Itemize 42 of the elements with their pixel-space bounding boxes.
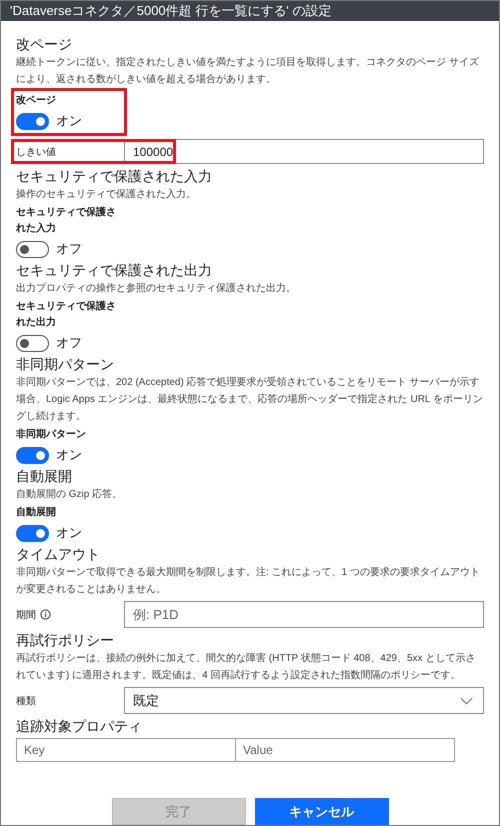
section-description: 非同期パターンでは、202 (Accepted) 応答で処理要求が受領されていることをリモート サーバーが示す場合、Logic Apps エンジンは、最終状態になるまで、応答の場所ヘッダーで指定された URL をポーリングし続けます。 (16, 376, 484, 424)
chevron-down-icon (460, 696, 473, 704)
section-heading: セキュリティで保護された入力 (16, 167, 213, 186)
type-dropdown[interactable]: 既定 (124, 687, 484, 714)
section-heading: セキュリティで保護された出力 (16, 261, 213, 280)
section-description: 出力プロパティの操作と参照のセキュリティ保護された出力。 (16, 282, 297, 296)
toggle-switch[interactable] (16, 334, 49, 352)
section-description: 非同期パターンで取得できる最大期間を制限します。注: これによって、1 つの要求の要求タイムアウトが変更されることはありません。 (16, 566, 481, 597)
duration-field[interactable]: 例: P1D (124, 601, 484, 628)
toggle-state-label: オン (56, 524, 82, 542)
toggle-state-label: オン (56, 446, 82, 464)
section-heading: 追跡対象プロパティ (16, 717, 143, 736)
section-description: 自動展開の Gzip 応答。 (16, 488, 124, 502)
toggle-label: 非同期パターン (16, 428, 87, 442)
cancel-button[interactable]: キャンセル (254, 798, 388, 825)
section-heading: 改ページ (16, 35, 73, 54)
toggle-label: 自動展開 (16, 506, 57, 520)
section-heading: タイムアウト (16, 545, 101, 564)
section-description: 継続トークンに従い、指定されたしきい値を満たすように項目を取得します。コネクタのページ サイズにより、返される数がしきい値を超える場合があります。 (16, 56, 480, 87)
section-heading: 再試行ポリシー (16, 631, 115, 650)
toggle-state-label: オン (56, 112, 82, 130)
toggle-state-label: オフ (56, 240, 82, 258)
value-field[interactable]: Value (235, 738, 455, 762)
toggle-state-label: オフ (56, 334, 82, 352)
toggle-label: 改ページ (16, 94, 57, 108)
info-icon[interactable] (40, 609, 51, 620)
toggle-switch[interactable] (16, 524, 49, 542)
field-label: しきい値 (16, 146, 57, 158)
toggle-label: セキュリティで保護された出力 (16, 300, 116, 330)
dialog-title: 'Dataverseコネクタ／5000件超 行を一覧にする' の設定 (10, 2, 332, 20)
toggle-switch[interactable] (16, 446, 49, 464)
key-field[interactable]: Key (16, 738, 236, 762)
field-label: 種類 (16, 694, 37, 708)
toggle-label: セキュリティで保護された入力 (16, 206, 116, 236)
field-label: 期間 (16, 608, 36, 622)
toggle-switch[interactable] (16, 112, 49, 130)
section-heading: 自動展開 (16, 467, 73, 486)
threshold-field[interactable]: 100000 (124, 139, 484, 164)
section-description: 操作のセキュリティで保護された入力。 (16, 188, 197, 202)
section-heading: 非同期パターン (16, 355, 115, 374)
toggle-switch[interactable] (16, 240, 49, 258)
section-description: 再試行ポリシーは、接続の例外に加えて、間欠的な障害 (HTTP 状態コード 408、429、5xx として示されています) に適用されます。既定値は、4 回再試行するよう設定された指数間隔のポリシーです。 (16, 652, 476, 683)
